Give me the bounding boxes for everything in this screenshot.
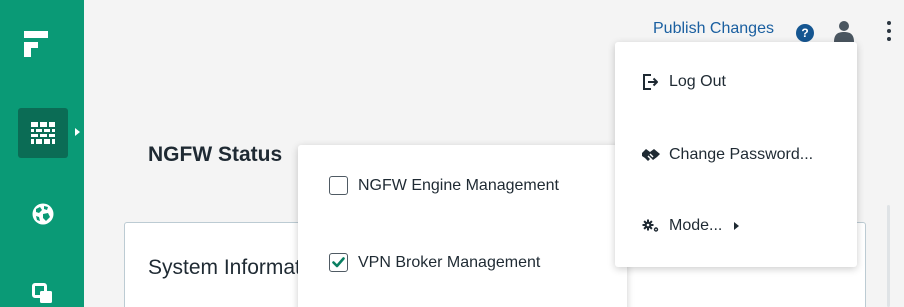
menu-item-log-out[interactable]: Log Out [641, 73, 726, 91]
user-icon[interactable] [834, 20, 854, 42]
nav-item-firewall[interactable] [18, 108, 68, 158]
scrollbar[interactable] [887, 205, 890, 307]
ngfw-engine-management-option[interactable]: NGFW Engine Management [329, 176, 559, 195]
vpn-broker-label: VPN Broker Management [358, 253, 541, 271]
user-menu: Log Out Change Password... Mode... [615, 42, 857, 267]
menu-item-change-password[interactable]: Change Password... [641, 146, 813, 164]
vpn-broker-checkbox[interactable] [329, 253, 348, 272]
mode-label: Mode... [669, 217, 723, 234]
sidebar [0, 0, 84, 307]
vpn-broker-management-option[interactable]: VPN Broker Management [329, 253, 540, 272]
publish-changes-link[interactable]: Publish Changes [653, 20, 774, 38]
submenu-arrow-icon [734, 222, 740, 230]
ngfw-engine-label: NGFW Engine Management [358, 176, 559, 194]
active-nav-indicator [75, 128, 80, 136]
more-options-icon[interactable] [885, 20, 893, 42]
globe-icon [32, 203, 54, 225]
gears-icon [642, 219, 659, 232]
menu-item-mode[interactable]: Mode... [641, 217, 740, 235]
nav-item-globe[interactable] [18, 189, 68, 239]
help-icon[interactable]: ? [796, 24, 814, 42]
change-password-label: Change Password... [669, 146, 814, 163]
log-out-label: Log Out [669, 73, 726, 90]
copy-icon [32, 283, 52, 303]
page-title: NGFW Status [148, 143, 283, 166]
ngfw-engine-checkbox[interactable] [329, 176, 348, 195]
management-dropdown: NGFW Engine Management VPN Broker Manage… [298, 145, 627, 307]
firewall-icon [31, 122, 55, 144]
nav-item-copy[interactable] [18, 269, 68, 307]
handshake-icon [642, 149, 660, 161]
forcepoint-logo[interactable] [24, 31, 48, 57]
logout-icon [643, 74, 658, 90]
checkmark-icon [332, 257, 345, 268]
